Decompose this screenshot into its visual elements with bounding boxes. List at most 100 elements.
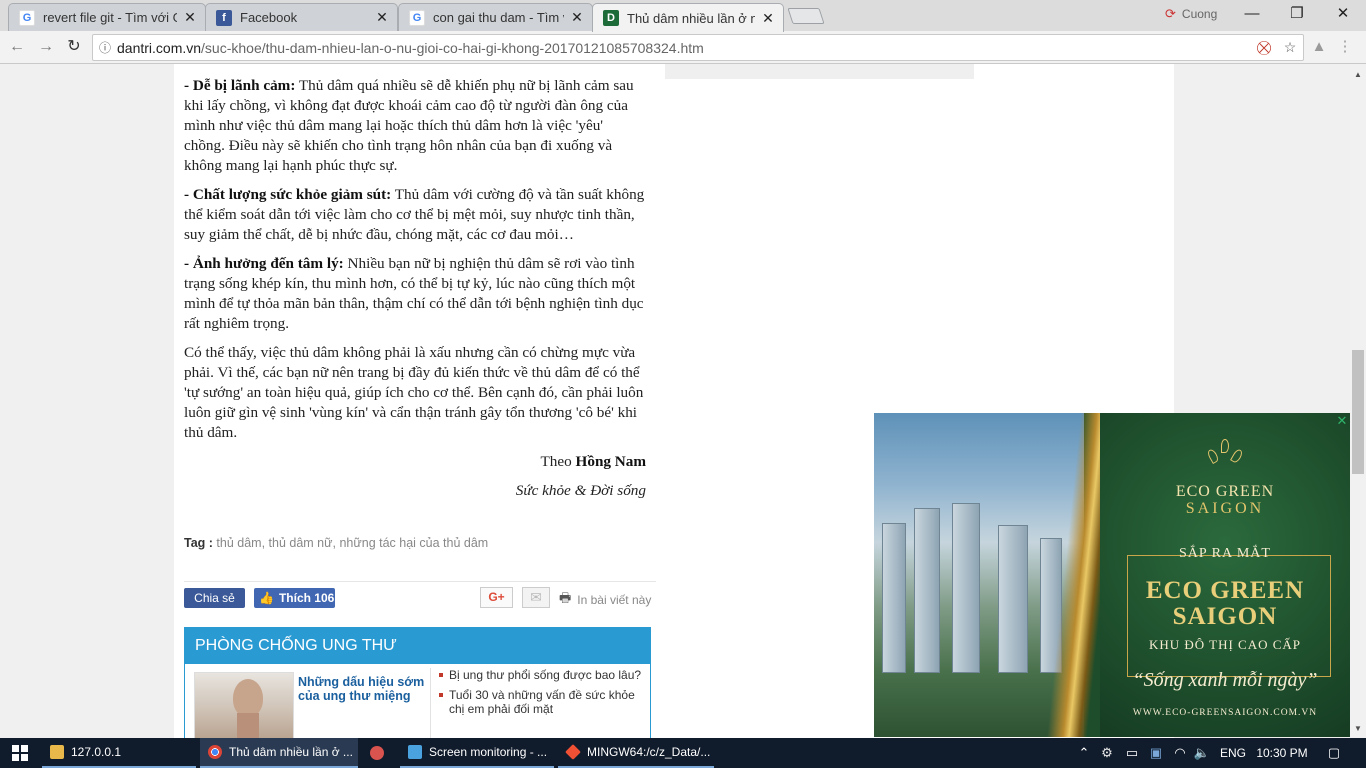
leaf-icon [1206, 447, 1220, 465]
tower [914, 508, 940, 673]
ad-brand: ECO GREEN SAIGON [1100, 483, 1350, 517]
scroll-up-icon[interactable]: ▲ [1350, 67, 1366, 83]
forward-button[interactable]: → [34, 36, 58, 58]
gplus-button[interactable]: G+ [480, 587, 513, 608]
taskbar-item-explorer[interactable]: 127.0.0.1 [42, 738, 196, 768]
language-indicator[interactable]: ENG [1216, 738, 1250, 768]
new-tab-button[interactable] [787, 8, 825, 24]
taskbar-item-chrome[interactable]: Thủ dâm nhiều lần ở ... [200, 738, 358, 768]
url-text[interactable]: dantri.com.vn/suc-khoe/thu-dam-nhieu-lan… [117, 40, 1251, 56]
tab-close-icon[interactable]: ✕ [570, 9, 584, 26]
taskbar-item-paint[interactable] [362, 738, 396, 768]
tab-con-gai-thu-dam[interactable]: G con gai thu dam - Tìm với G ✕ [398, 3, 593, 31]
related-link[interactable]: Bị ung thư phổi sống được bao lâu? [437, 668, 647, 682]
taskbar-item-screen-monitoring[interactable]: Screen monitoring - ... [400, 738, 554, 768]
tray-battery-icon[interactable]: ▭ [1122, 738, 1142, 768]
profile-button[interactable]: ⟳ Cuong [1165, 6, 1217, 22]
email-button[interactable]: ✉ [522, 587, 550, 608]
taskbar-item-mingw[interactable]: MINGW64:/c/z_Data/... [558, 738, 714, 768]
address-bar[interactable]: ⓘ dantri.com.vn/suc-khoe/thu-dam-nhieu-l… [92, 34, 1304, 61]
page-scrollbar[interactable]: ▲ ▼ [1350, 64, 1366, 738]
minimize-button[interactable]: — [1237, 2, 1267, 26]
maximize-button[interactable]: ❐ [1282, 2, 1312, 26]
tower [998, 525, 1028, 673]
tab-facebook[interactable]: f Facebook ✕ [205, 3, 398, 31]
ad-tagline: KHU ĐÔ THỊ CAO CẤP [1148, 637, 1302, 652]
wifi-icon[interactable]: ◠ [1170, 738, 1190, 768]
sidebar-placeholder [665, 64, 974, 79]
browser-toolbar: ← → ↻ ⓘ dantri.com.vn/suc-khoe/thu-dam-n… [0, 31, 1366, 64]
related-links: Bị ung thư phổi sống được bao lâu? Tuổi … [437, 668, 647, 722]
leaf-icon [1230, 447, 1244, 465]
brand-line: ECO GREEN [1175, 483, 1275, 500]
headline-line: SAIGON [1172, 603, 1278, 630]
eco-green-logo-icon [1203, 435, 1247, 475]
back-button[interactable]: ← [5, 36, 29, 58]
blocked-popup-icon[interactable]: ⛒ [1251, 39, 1277, 56]
source: Sức khỏe & Đời sống [515, 482, 646, 499]
google-icon: G [19, 9, 35, 26]
thumbnail-neck [237, 713, 259, 738]
tag-link[interactable]: thủ dâm nữ [269, 536, 333, 550]
tab-title: Facebook [240, 10, 298, 25]
taskbar: 127.0.0.1 Thủ dâm nhiều lần ở ... Screen… [0, 738, 1366, 768]
ad-headline: ECO GREEN SAIGON [1100, 578, 1350, 630]
coming-soon: SẮP RA MẮT [1179, 546, 1271, 561]
box-heading[interactable]: PHÒNG CHỐNG UNG THƯ [185, 628, 650, 664]
tray-chevron-icon[interactable]: ⌃ [1074, 738, 1094, 768]
related-link[interactable]: Tuổi 30 và những vấn đề sức khỏe chị em … [437, 688, 647, 716]
scroll-down-icon[interactable]: ▼ [1350, 721, 1366, 737]
notification-icon[interactable]: ▢ [1322, 738, 1346, 768]
close-window-button[interactable]: ✕ [1328, 2, 1358, 26]
dantri-icon: D [603, 10, 619, 26]
extension-icon[interactable]: ▲ [1308, 36, 1330, 58]
windows-icon [12, 745, 28, 761]
tab-thu-dam-article[interactable]: D Thủ dâm nhiều lần ở nữ g ✕ [592, 3, 784, 32]
eco-green-ad[interactable]: ECO GREEN SAIGON SẮP RA MẮT ECO GREEN SA… [874, 413, 1350, 737]
bold-lead: - Ảnh hưởng đến tâm lý: [184, 255, 344, 272]
paint-icon [370, 746, 384, 760]
thumbs-up-icon: 👍 [259, 591, 274, 605]
folder-icon [50, 745, 64, 759]
thumbnail-head [233, 679, 263, 717]
paragraph-ket-luan: Có thể thấy, việc thủ dâm không phải là … [184, 344, 644, 441]
start-button[interactable] [0, 738, 40, 768]
menu-icon[interactable]: ⋮ [1334, 36, 1356, 58]
divider [184, 581, 656, 582]
tab-revert-file-git[interactable]: G revert file git - Tìm với Go ✕ [8, 3, 206, 31]
tab-close-icon[interactable]: ✕ [761, 10, 775, 27]
clock[interactable]: 10:30 PM [1254, 738, 1310, 768]
url-host: dantri.com.vn [117, 39, 202, 56]
paragraph-suc-khoe: - Chất lượng sức khỏe giảm sút: Thủ dâm … [184, 185, 646, 245]
tag-link[interactable]: những tác hại của thủ dâm [339, 536, 488, 550]
featured-thumbnail[interactable] [194, 672, 294, 738]
tab-close-icon[interactable]: ✕ [375, 9, 389, 26]
ad-slogan: “Sống xanh mỗi ngày” [1132, 669, 1318, 691]
ad-close-icon[interactable]: ✕ [1335, 414, 1349, 428]
reload-button[interactable]: ↻ [62, 36, 86, 58]
bookmark-star-icon[interactable]: ☆ [1277, 39, 1303, 56]
like-button[interactable]: 👍 Thích 106 [254, 588, 335, 608]
scroll-thumb[interactable] [1352, 350, 1364, 474]
tag-label: Tag : [184, 536, 213, 550]
headline-line: ECO GREEN [1145, 577, 1305, 604]
taskbar-label: Thủ dâm nhiều lần ở ... [229, 745, 353, 759]
tag-link[interactable]: thủ dâm [216, 536, 261, 550]
printer-icon: 🖶 [559, 590, 572, 605]
tab-close-icon[interactable]: ✕ [183, 9, 197, 26]
print-label: In bài viết này [577, 593, 652, 607]
share-button[interactable]: Chia sẻ [184, 588, 245, 608]
byline-prefix: Theo [540, 453, 576, 470]
tray-app-icon[interactable]: ▣ [1146, 738, 1166, 768]
volume-icon[interactable]: 🔈 [1192, 738, 1212, 768]
tab-title: con gai thu dam - Tìm với G [433, 10, 564, 25]
article-body: - Dễ bị lãnh cảm: Thủ dâm quá nhiều sẽ d… [184, 76, 646, 501]
tower [882, 523, 906, 673]
tray-settings-icon[interactable]: ⚙ [1097, 738, 1117, 768]
brand-line: SAIGON [1185, 500, 1265, 517]
print-button[interactable]: 🖶 In bài viết này [559, 589, 651, 611]
featured-title[interactable]: Những dấu hiệu sớm của ung thư miệng [298, 675, 430, 703]
taskbar-label: 127.0.0.1 [71, 745, 122, 759]
info-icon[interactable]: ⓘ [93, 39, 117, 56]
google-icon: G [409, 9, 425, 26]
